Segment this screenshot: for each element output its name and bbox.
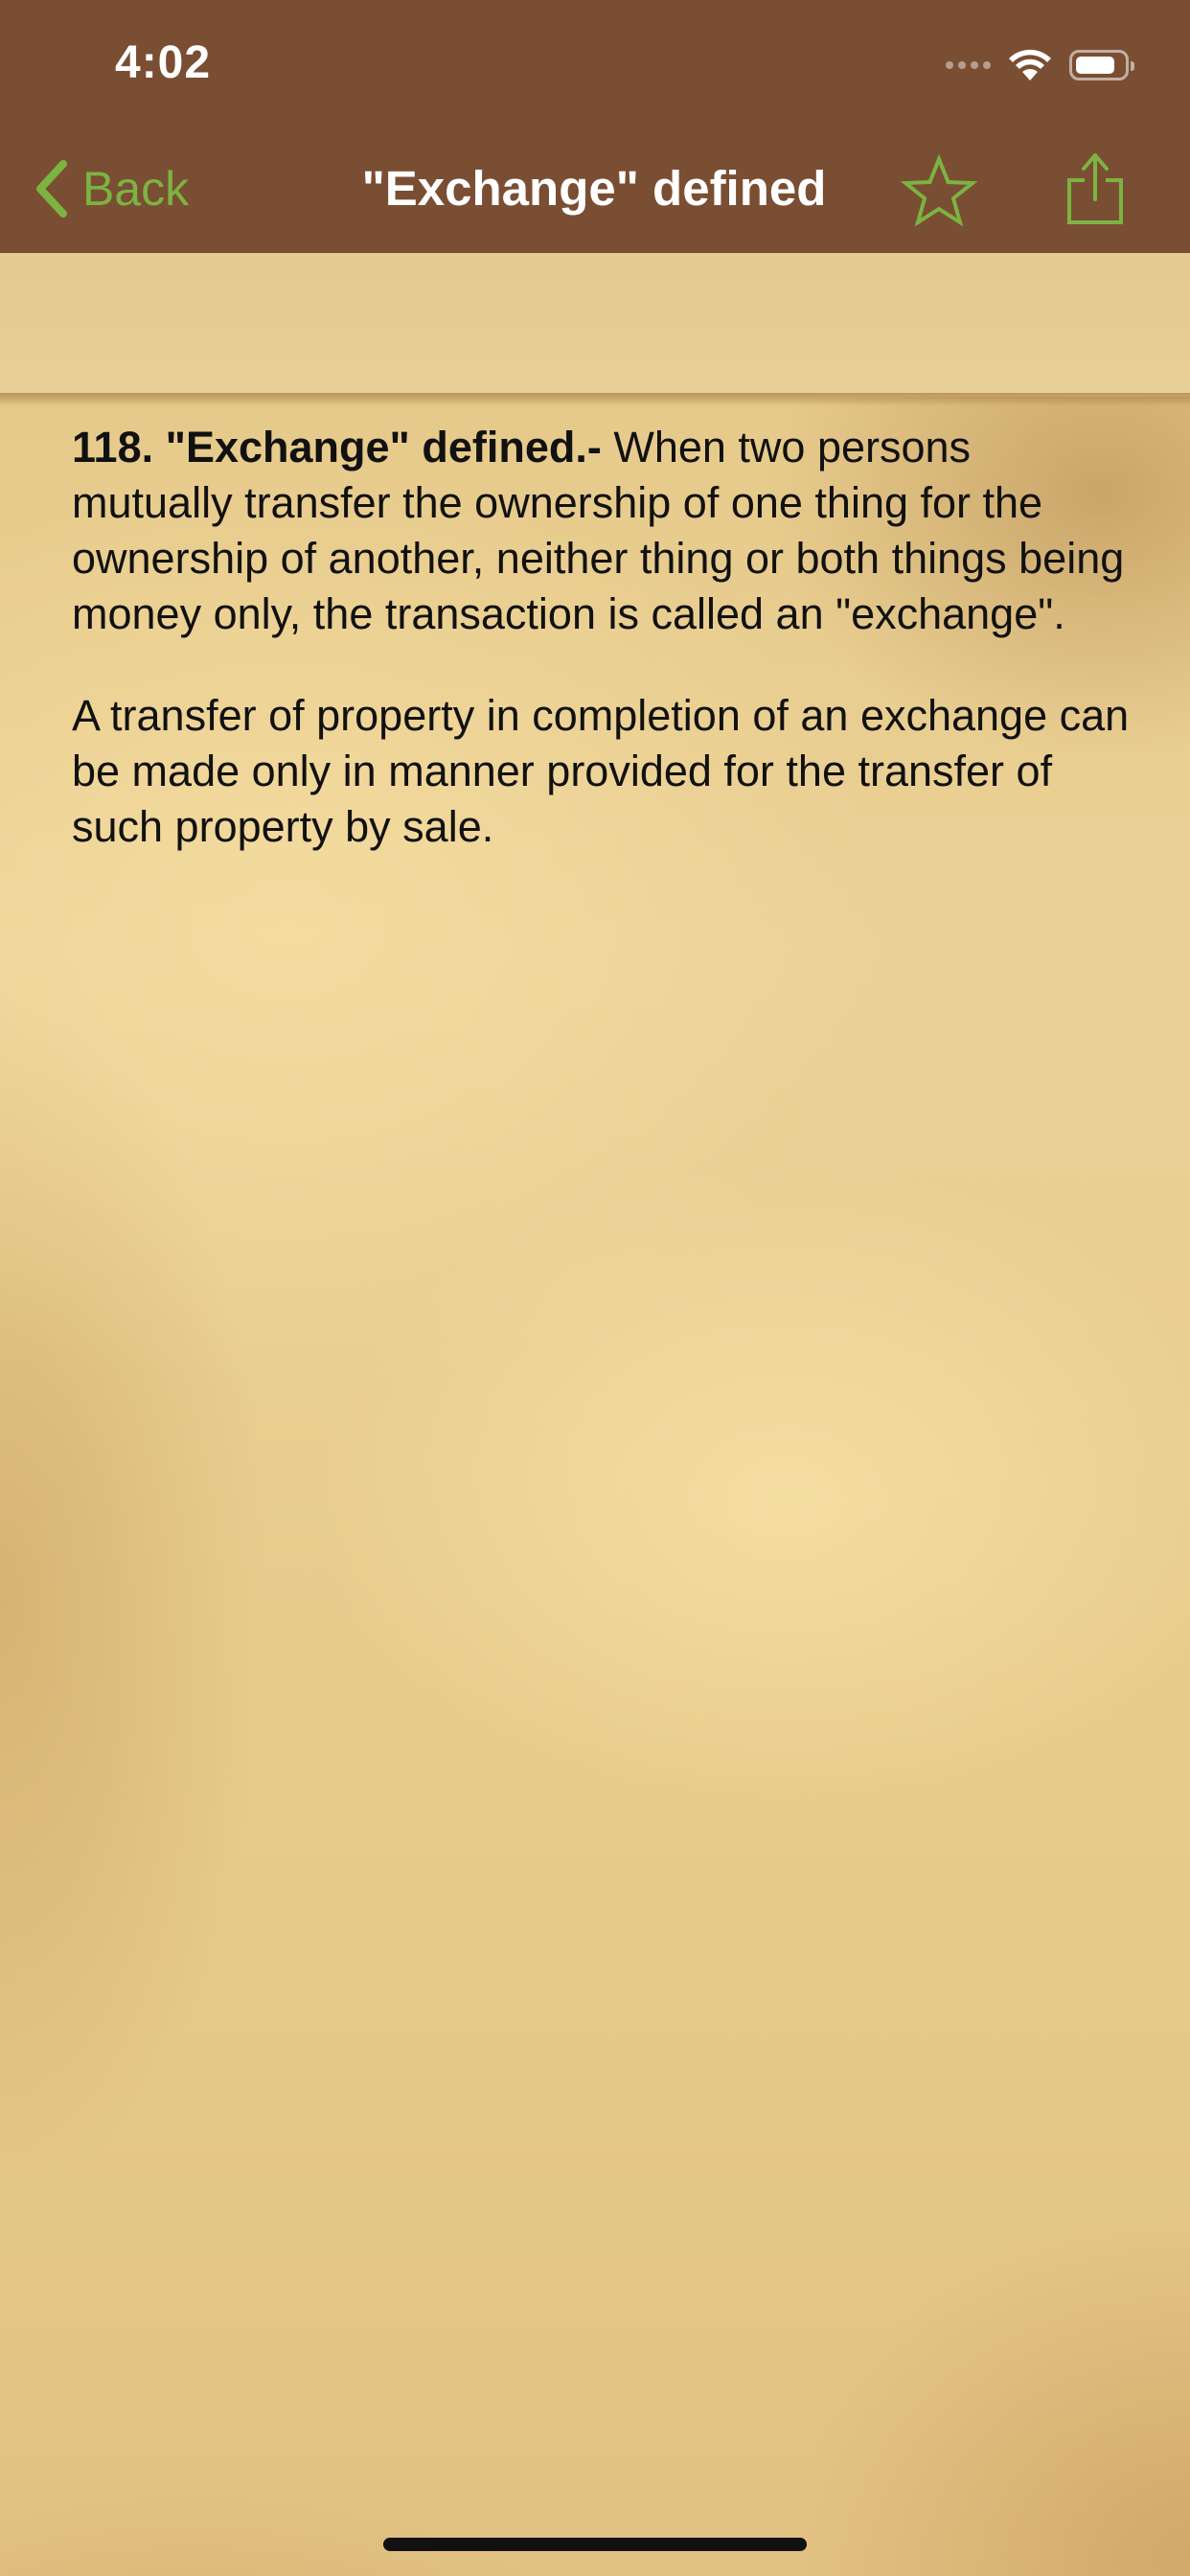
chevron-left-icon [36,160,67,218]
section-paragraph-2: A transfer of property in completion of … [72,691,1130,851]
status-icons [946,44,1134,86]
parchment-band-edge [0,393,1190,406]
share-button[interactable] [1062,150,1129,230]
favorite-button[interactable] [900,153,978,230]
battery-icon [1069,50,1134,80]
cellular-signal-icon [946,61,991,69]
wifi-icon [1009,49,1051,80]
back-button-label: Back [82,162,190,216]
page-title: "Exchange" defined [361,161,827,216]
status-time: 4:02 [115,37,212,88]
section-heading: 118. "Exchange" defined.- [72,423,602,472]
home-indicator[interactable] [383,2538,807,2551]
section-paragraph-1: 118. "Exchange" defined.- When two perso… [72,420,1135,642]
back-button[interactable]: Back [34,155,189,222]
share-icon [1067,153,1123,224]
star-outline-icon [900,153,978,227]
screen: 4:02 Back "Exchange" defined 118. "Excha… [0,0,1190,2576]
navigation-bar: 4:02 Back "Exchange" defined [0,0,1190,253]
section-text: 118. "Exchange" defined.- When two perso… [72,420,1135,901]
